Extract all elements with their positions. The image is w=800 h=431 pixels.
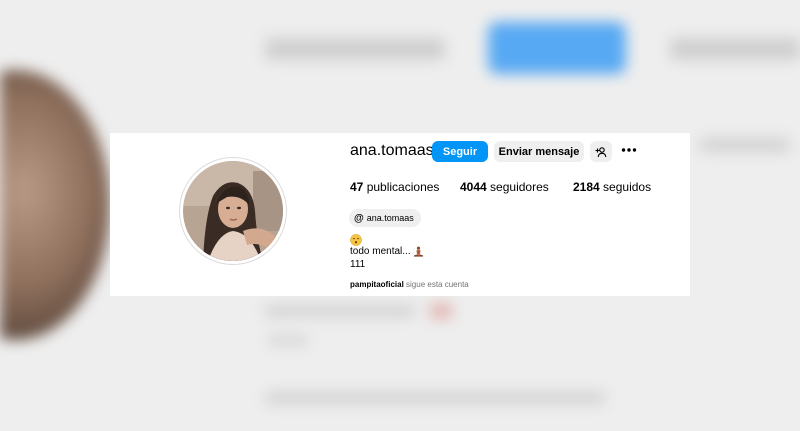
avatar-ring[interactable]: [179, 157, 287, 265]
followed-by-text[interactable]: pampitaoficial sigue esta cuenta: [350, 280, 469, 289]
following-count-stat[interactable]: 2184 seguidos: [573, 180, 651, 194]
blurred-profile-photo: [0, 70, 110, 340]
suggested-accounts-button[interactable]: [590, 141, 612, 162]
blurred-text-block: [265, 305, 415, 317]
bio-text-1: todo mental...: [350, 246, 411, 257]
avatar: [183, 161, 283, 261]
exhaling-face-emoji-icon: [350, 234, 362, 246]
profile-header-card: ana.tomaas Seguir Enviar mensaje 47 publ…: [110, 133, 690, 296]
posts-count: 47: [350, 180, 364, 194]
person-add-icon: [595, 146, 607, 157]
followers-count-stat[interactable]: 4044 seguidores: [460, 180, 549, 194]
follow-button[interactable]: Seguir: [432, 141, 488, 162]
following-label: seguidos: [603, 180, 652, 194]
blurred-button: [488, 22, 626, 74]
blurred-text-block: [700, 138, 790, 152]
posts-count-stat: 47 publicaciones: [350, 180, 439, 194]
bio-line-2: 111: [350, 259, 366, 270]
more-horizontal-icon[interactable]: [621, 145, 637, 155]
send-message-button[interactable]: Enviar mensaje: [494, 141, 584, 162]
threads-badge-link[interactable]: @ ana.tomaas: [349, 209, 421, 227]
profile-username: ana.tomaas: [350, 142, 434, 159]
bio-emoji: [350, 233, 362, 246]
bio-line-1: todo mental...: [350, 246, 424, 257]
blurred-text-block: [265, 392, 605, 404]
meditation-emoji-icon: [413, 246, 423, 257]
followers-label: seguidores: [490, 180, 549, 194]
blurred-text-block: [670, 38, 800, 60]
blurred-text-block: [265, 38, 445, 60]
followers-count: 4044: [460, 180, 487, 194]
following-count: 2184: [573, 180, 600, 194]
threads-icon: @: [354, 212, 364, 224]
followed-by-name: pampitaoficial: [350, 280, 404, 289]
avatar-photo: [183, 161, 283, 261]
blurred-text-block: [268, 335, 308, 345]
blurred-emoji: [430, 303, 452, 319]
followed-by-suffix: sigue esta cuenta: [406, 280, 469, 289]
posts-label: publicaciones: [366, 180, 440, 194]
threads-handle: ana.tomaas: [366, 213, 414, 223]
